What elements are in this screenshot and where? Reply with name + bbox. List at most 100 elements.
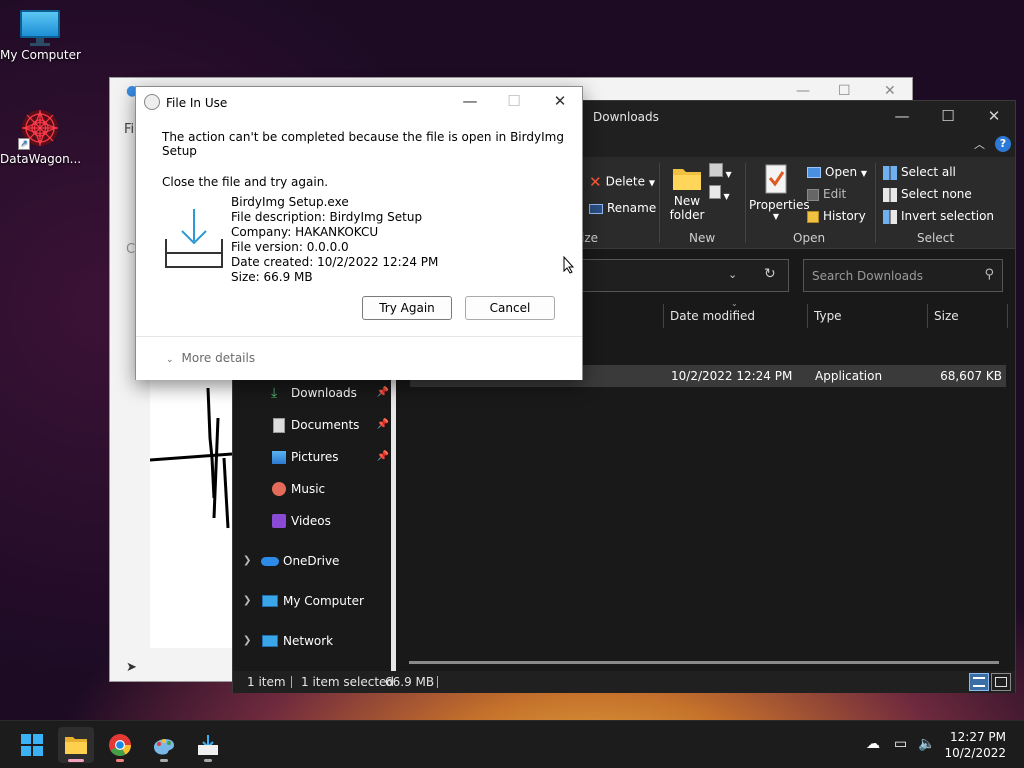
download-arrow-icon: ⤓ [271, 385, 278, 401]
taskbar-installer[interactable] [190, 727, 226, 763]
menu-text[interactable]: Fi [124, 122, 134, 137]
rename-button[interactable]: Rename [589, 201, 656, 215]
nav-item-pictures[interactable]: Pictures 📌 [233, 443, 393, 471]
pointer-icon: ➤ [126, 660, 137, 675]
collapse-ribbon-icon[interactable]: ︿ [974, 136, 985, 152]
maximize-button: ☐ [507, 92, 521, 110]
properties-icon [765, 164, 787, 194]
address-bar[interactable]: ⌄ ↻ [581, 259, 789, 292]
navigation-pane: ⤓ Downloads 📌 Documents 📌 Pictures 📌 Mus… [233, 363, 393, 671]
delete-button[interactable]: ✕ Delete ▼ [589, 173, 655, 191]
folder-icon [673, 169, 701, 190]
horizontal-scrollbar[interactable] [409, 661, 999, 664]
clock-date: 10/2/2022 [944, 746, 1006, 760]
music-icon [272, 482, 286, 496]
group-label-open: Open [793, 231, 826, 245]
sort-indicator-icon: ⌄ [731, 299, 738, 308]
history-button[interactable]: History [807, 209, 866, 223]
taskbar-chrome[interactable] [102, 727, 138, 763]
network-icon [262, 635, 278, 647]
document-icon [273, 418, 285, 433]
installer-icon [198, 735, 218, 755]
dialog-footer: ⌄ More details [136, 336, 582, 380]
refresh-icon[interactable]: ↻ [764, 266, 776, 282]
open-button[interactable]: Open ▼ [807, 165, 867, 179]
search-placeholder: Search Downloads [812, 269, 923, 283]
minimize-button[interactable]: — [452, 92, 488, 110]
taskbar-file-explorer[interactable] [58, 727, 94, 763]
properties-button[interactable]: Properties ▼ [749, 163, 810, 221]
close-button[interactable]: ✕ [884, 83, 896, 99]
file-name: BirdyImg Setup.exe [231, 195, 349, 209]
display-icon[interactable]: ▭ [894, 736, 907, 752]
volume-icon[interactable]: 🔈 [918, 736, 935, 752]
details-view-button[interactable] [969, 673, 989, 691]
more-details-toggle[interactable]: ⌄ More details [166, 351, 255, 365]
cloud-icon [261, 557, 279, 566]
column-type[interactable]: Type [814, 301, 842, 331]
column-size[interactable]: Size [934, 301, 959, 331]
nav-item-my-computer[interactable]: ❯ My Computer [233, 587, 393, 615]
maximize-button[interactable]: ☐ [925, 107, 971, 125]
easy-access-button[interactable]: ▼ [709, 185, 730, 202]
address-dropdown-icon[interactable]: ⌄ [728, 268, 737, 281]
expand-chevron-icon[interactable]: ❯ [243, 587, 251, 615]
monitor-icon [262, 595, 278, 607]
help-icon[interactable]: ? [995, 136, 1011, 152]
nav-item-onedrive[interactable]: ❯ OneDrive [233, 547, 393, 575]
start-button[interactable] [14, 727, 50, 763]
nav-item-videos[interactable]: Videos [233, 507, 393, 535]
details-view-icon [973, 677, 985, 687]
file-in-use-dialog[interactable]: File In Use — ☐ ✕ The action can't be co… [135, 86, 583, 380]
installer-file-icon [164, 207, 224, 272]
taskbar-paint[interactable] [146, 727, 182, 763]
nav-item-music[interactable]: Music [233, 475, 393, 503]
close-button[interactable]: ✕ [971, 107, 1017, 125]
pin-icon[interactable]: 📌 [377, 411, 389, 439]
cancel-button[interactable]: Cancel [465, 296, 555, 320]
network-status-icon[interactable]: ☁ [866, 736, 880, 752]
window-title: Downloads [593, 110, 659, 124]
nav-item-downloads[interactable]: ⤓ Downloads 📌 [233, 379, 393, 407]
file-explorer-icon [65, 737, 87, 754]
status-bar: 1 item 1 item selected 66.9 MB [233, 671, 1015, 693]
mandala-icon: ↗ [18, 106, 62, 150]
try-again-button[interactable]: Try Again [362, 296, 452, 320]
invert-selection-button[interactable]: Invert selection [883, 209, 994, 224]
chrome-icon [109, 734, 131, 756]
new-item-button[interactable]: ▼ [709, 163, 732, 180]
select-all-button[interactable]: Select all [883, 165, 956, 180]
file-date-created: Date created: 10/2/2022 12:24 PM [231, 255, 439, 269]
expand-chevron-icon[interactable]: ❯ [243, 627, 251, 655]
close-button[interactable]: ✕ [542, 92, 578, 110]
select-none-icon [883, 187, 897, 202]
pin-icon[interactable]: 📌 [377, 443, 389, 471]
delete-x-icon: ✕ [589, 173, 602, 191]
desktop-icon-datawagon[interactable]: ↗ DataWagon... [0, 106, 81, 166]
nav-item-documents[interactable]: Documents 📌 [233, 411, 393, 439]
minimize-button[interactable]: — [796, 83, 810, 99]
select-none-button[interactable]: Select none [883, 187, 972, 202]
drawing-canvas[interactable] [149, 348, 233, 648]
search-input[interactable]: Search Downloads ⚲ [803, 259, 1003, 292]
edit-button[interactable]: Edit [807, 187, 846, 201]
pane-splitter[interactable] [391, 363, 396, 671]
desktop-icon-my-computer[interactable]: My Computer [0, 10, 81, 62]
large-icons-view-button[interactable] [991, 673, 1011, 691]
column-date-modified[interactable]: Date modified [670, 301, 755, 331]
expand-chevron-icon[interactable]: ❯ [243, 547, 251, 575]
taskbar: ☁ ▭ 🔈 12:27 PM 10/2/2022 [0, 720, 1024, 768]
pin-icon[interactable]: 📌 [377, 379, 389, 407]
minimize-button[interactable]: — [879, 107, 925, 125]
dialog-instruction: Close the file and try again. [162, 175, 329, 189]
file-size: Size: 66.9 MB [231, 270, 313, 284]
status-item-count: 1 item [247, 675, 286, 689]
nav-item-network[interactable]: ❯ Network [233, 627, 393, 655]
select-all-icon [883, 165, 897, 180]
taskbar-clock[interactable]: 12:27 PM 10/2/2022 [944, 729, 1006, 761]
shortcut-arrow-icon: ↗ [18, 138, 30, 150]
start-icon [21, 734, 43, 756]
new-folder-button[interactable]: New folder [669, 165, 705, 222]
maximize-button[interactable]: ☐ [838, 83, 851, 99]
paint-icon [154, 739, 174, 755]
